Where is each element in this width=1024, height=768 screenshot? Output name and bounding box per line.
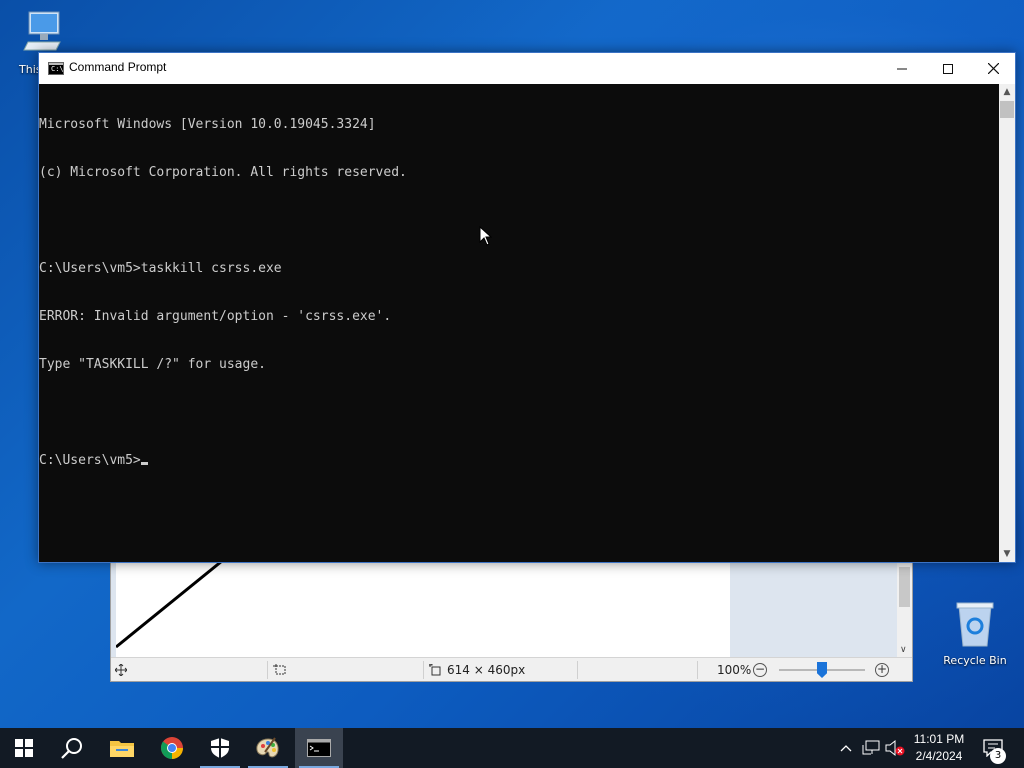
notification-count-badge: 3 xyxy=(990,748,1006,764)
windows-security-button[interactable] xyxy=(196,728,244,768)
clock-time: 11:01 PM xyxy=(913,732,965,746)
desktop-icon-label: Recycle Bin xyxy=(943,654,1007,667)
console-line: C:\Users\vm5>taskkill csrss.exe xyxy=(39,261,282,276)
windows-logo-icon xyxy=(15,739,33,757)
console-prompt-line[interactable]: C:\Users\vm5> xyxy=(39,453,1001,469)
network-button[interactable] xyxy=(861,738,881,758)
cmd-title-bar[interactable]: C:\ Command Prompt xyxy=(39,53,1015,84)
shield-icon xyxy=(211,738,229,758)
volume-button[interactable] xyxy=(884,738,906,758)
paint-status-bar: 614 × 460px 100% − + xyxy=(111,657,912,681)
desktop-icon-this-pc[interactable]: This xyxy=(6,10,76,76)
zoom-in-button[interactable]: + xyxy=(875,663,889,677)
minimize-button[interactable] xyxy=(879,53,925,84)
desktop-icon-recycle-bin[interactable]: Recycle Bin xyxy=(940,600,1010,667)
paint-button[interactable] xyxy=(244,728,292,768)
folder-icon xyxy=(110,741,134,757)
chrome-button[interactable] xyxy=(148,728,196,768)
minimize-icon xyxy=(897,68,907,69)
image-size-text: 614 × 460px xyxy=(447,663,526,677)
drawn-line xyxy=(116,561,223,649)
move-cursor-icon xyxy=(115,658,127,682)
zoom-slider-thumb[interactable] xyxy=(817,662,827,678)
scrollbar-thumb[interactable] xyxy=(899,567,910,607)
scroll-down-arrow-icon[interactable]: ▼ xyxy=(999,546,1015,562)
palette-icon xyxy=(256,737,279,758)
chevron-up-icon xyxy=(840,745,852,752)
show-hidden-icons-button[interactable] xyxy=(838,738,854,758)
scrollbar-thumb[interactable] xyxy=(1000,101,1014,118)
taskbar: 11:01 PM 2/4/2024 xyxy=(0,728,1024,768)
paint-canvas-area xyxy=(111,561,899,657)
mouse-pointer-icon xyxy=(479,226,493,246)
image-size-icon xyxy=(429,658,441,682)
maximize-icon xyxy=(943,63,953,74)
chrome-icon xyxy=(160,737,183,759)
system-clock[interactable]: 11:01 PM 2/4/2024 xyxy=(906,731,972,765)
console-output[interactable]: Microsoft Windows [Version 10.0.19045.33… xyxy=(39,84,1001,562)
command-prompt-taskbar-button[interactable] xyxy=(295,728,343,768)
cmd-vertical-scrollbar[interactable]: ▲ ▼ xyxy=(999,84,1015,562)
paint-canvas[interactable] xyxy=(116,561,730,657)
search-icon xyxy=(61,738,82,759)
clock-date: 2/4/2024 xyxy=(915,749,963,763)
paint-window[interactable]: ∨ 614 × 460px 100% − + xyxy=(110,560,913,682)
scroll-down-arrow-icon[interactable]: ∨ xyxy=(900,645,907,655)
recycle-bin-icon xyxy=(956,602,994,647)
search-button[interactable] xyxy=(48,728,96,768)
computer-icon xyxy=(23,11,61,51)
command-prompt-window[interactable]: C:\ Command Prompt Microsoft Windows [Ve… xyxy=(38,52,1016,563)
console-line: ERROR: Invalid argument/option - 'csrss.… xyxy=(39,309,392,324)
zoom-out-button[interactable]: − xyxy=(753,663,767,677)
volume-muted-icon xyxy=(885,739,905,757)
file-explorer-button[interactable] xyxy=(98,728,146,768)
console-line: Microsoft Windows [Version 10.0.19045.33… xyxy=(39,117,376,132)
console-line: Type "TASKKILL /?" for usage. xyxy=(39,357,266,372)
close-button[interactable] xyxy=(970,53,1016,84)
cmd-app-icon-text: C:\ xyxy=(51,65,64,73)
start-button[interactable] xyxy=(0,728,48,768)
cmd-app-icon: C:\ xyxy=(48,62,64,75)
maximize-button[interactable] xyxy=(925,53,971,84)
window-title: Command Prompt xyxy=(69,60,167,74)
close-icon xyxy=(987,63,999,74)
console-prompt: C:\Users\vm5> xyxy=(39,453,141,468)
console-line: (c) Microsoft Corporation. All rights re… xyxy=(39,165,407,180)
paint-vertical-scrollbar[interactable]: ∨ xyxy=(897,561,912,657)
scroll-up-arrow-icon[interactable]: ▲ xyxy=(999,84,1015,100)
zoom-level: 100% xyxy=(717,663,752,677)
selection-size-icon xyxy=(273,658,287,682)
text-cursor xyxy=(140,462,148,465)
network-icon xyxy=(862,740,880,755)
terminal-icon xyxy=(307,739,331,757)
